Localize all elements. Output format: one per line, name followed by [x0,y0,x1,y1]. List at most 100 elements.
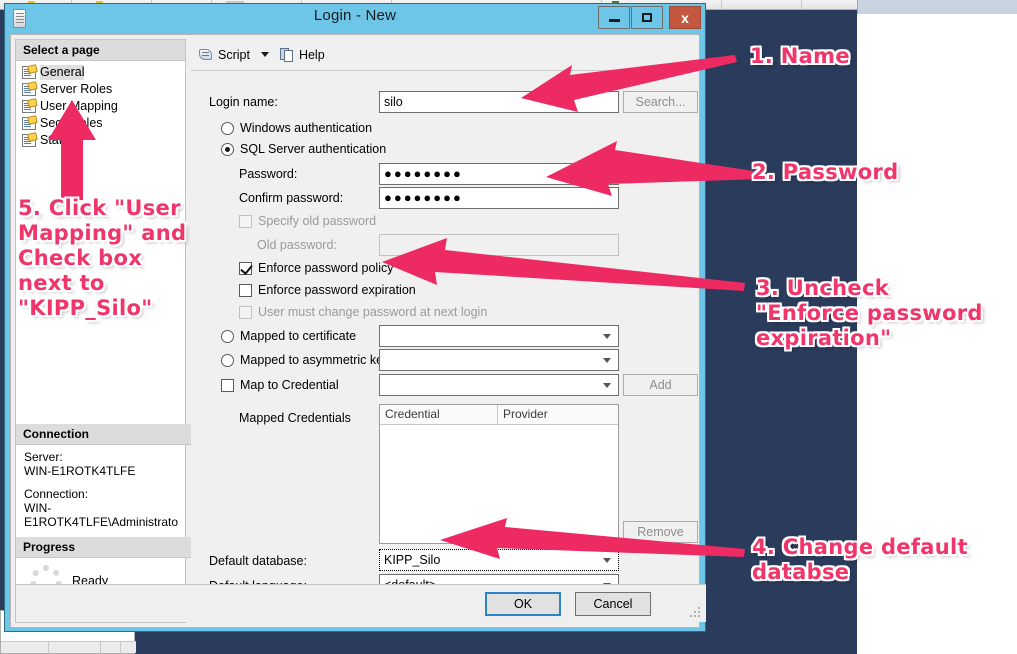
page-icon [22,81,38,96]
checkbox-icon [239,214,252,228]
connection-label: Connection: [24,487,89,501]
login-name-input[interactable]: silo [379,91,619,113]
dialog-body: Select a page General Server Roles User … [10,34,706,628]
server-value: WIN-E1ROTK4TLFE [24,464,136,478]
sidebar-item-general[interactable]: General [16,64,185,81]
mapped-credentials-grid[interactable]: Credential Provider [379,404,619,544]
confirm-password-label: Confirm password: [239,191,344,205]
mapped-to-asymmetric-key-label: Mapped to asymmetric key [240,353,390,367]
default-database-label: Default database: [209,554,307,568]
password-label: Password: [239,167,298,181]
radio-icon [221,142,234,156]
help-label: Help [298,47,325,62]
chevron-down-icon [603,383,611,388]
script-dropdown-chevron-down-icon[interactable] [260,52,269,57]
background-right-toolbar [857,0,1017,14]
progress-header: Progress [16,537,192,558]
mapped-to-asymmetric-key-select[interactable] [379,349,619,371]
page-icon [22,115,38,130]
sidebar-item-server-roles[interactable]: Server Roles [16,81,185,98]
sidebar-item-status[interactable]: Status [16,132,185,149]
enforce-password-expiration-checkbox[interactable]: Enforce password expiration [239,283,416,297]
mapped-to-certificate-select[interactable] [379,325,619,347]
page-icon [22,98,38,113]
resize-grip[interactable] [690,607,702,619]
map-to-credential-label: Map to Credential [240,378,339,392]
cancel-button[interactable]: Cancel [575,592,651,616]
page-list: General Server Roles User Mapping Secura… [16,61,185,149]
general-page-content: Script Help Login name: silo Search... W… [191,39,698,624]
mapped-to-asymmetric-key-radio[interactable]: Mapped to asymmetric key [221,353,389,367]
ok-button[interactable]: OK [485,592,561,616]
search-button[interactable]: Search... [623,91,698,113]
background-right-pane [857,14,1017,654]
map-to-credential-select[interactable] [379,374,619,396]
chevron-down-icon [603,334,611,339]
connection-info: Server: WIN-E1ROTK4TLFE Connection: WIN-… [16,444,193,553]
checkbox-icon [239,305,252,319]
sidebar-item-user-mapping[interactable]: User Mapping [16,98,185,115]
dialog-button-bar: OK Cancel [16,584,706,622]
connection-header: Connection [16,424,192,445]
minimize-button[interactable] [598,6,630,29]
login-name-label: Login name: [209,95,278,109]
login-new-dialog: Login - New x Select a page General Serv… [4,3,706,632]
remove-credential-button[interactable]: Remove [623,521,698,543]
default-database-value: KIPP_Silo [384,553,441,567]
mapped-to-certificate-radio[interactable]: Mapped to certificate [221,329,356,343]
specify-old-password-checkbox: Specify old password [239,214,376,228]
specify-old-password-label: Specify old password [258,214,377,228]
mapped-to-certificate-label: Mapped to certificate [240,329,357,343]
old-password-input [379,234,619,256]
password-input[interactable]: ●●●●●●●● [379,163,619,185]
sidebar-item-label: Status [40,133,76,147]
user-must-change-password-label: User must change password at next login [258,305,488,319]
sidebar-item-label: Securables [40,116,103,130]
mapped-credentials-label: Mapped Credentials [239,411,351,425]
default-database-select[interactable]: KIPP_Silo [379,549,619,571]
radio-icon [221,329,234,343]
windows-authentication-radio[interactable]: Windows authentication [221,121,372,135]
page-icon [22,132,38,147]
dialog-title-bar[interactable]: Login - New x [5,4,705,34]
script-button[interactable]: Script [195,46,253,64]
connection-value: WIN-E1ROTK4TLFE\Administrato [24,501,179,529]
user-must-change-password-checkbox: User must change password at next login [239,305,487,319]
sidebar-item-label: Server Roles [40,82,113,96]
enforce-password-expiration-label: Enforce password expiration [258,283,416,297]
old-password-label: Old password: [257,238,337,252]
close-button[interactable]: x [669,6,701,29]
checkbox-icon [221,378,234,392]
sidebar-item-securables[interactable]: Securables [16,115,185,132]
radio-icon [221,353,234,367]
windows-authentication-label: Windows authentication [240,121,373,135]
select-page-header: Select a page [16,40,185,61]
chevron-down-icon [603,558,611,563]
grid-header-provider: Provider [503,407,548,421]
page-icon [22,64,38,79]
chevron-down-icon [603,358,611,363]
add-credential-button[interactable]: Add [623,374,698,396]
map-to-credential-checkbox[interactable]: Map to Credential [221,378,339,392]
sidebar-item-label: General [40,65,85,80]
password-masked-value: ●●●●●●●● [384,166,463,181]
dialog-toolbar: Script Help [191,39,695,71]
confirm-password-masked-value: ●●●●●●●● [384,190,463,205]
enforce-password-policy-checkbox[interactable]: Enforce password policy [239,261,393,275]
checkbox-icon [239,283,252,297]
grid-header-credential: Credential [380,405,498,424]
maximize-button[interactable] [631,6,663,29]
help-button[interactable]: Help [277,46,328,64]
sql-server-authentication-radio[interactable]: SQL Server authentication [221,142,386,156]
checkbox-icon [239,261,252,275]
help-icon [279,47,295,62]
enforce-password-policy-label: Enforce password policy [258,261,394,275]
sql-server-authentication-label: SQL Server authentication [240,142,387,156]
script-label: Script [218,47,250,62]
script-icon [198,48,214,62]
sidebar-item-label: User Mapping [40,99,118,113]
server-label: Server: [24,450,63,464]
login-form: Login name: silo Search... Windows authe… [191,71,698,624]
radio-icon [221,121,234,135]
confirm-password-input[interactable]: ●●●●●●●● [379,187,619,209]
